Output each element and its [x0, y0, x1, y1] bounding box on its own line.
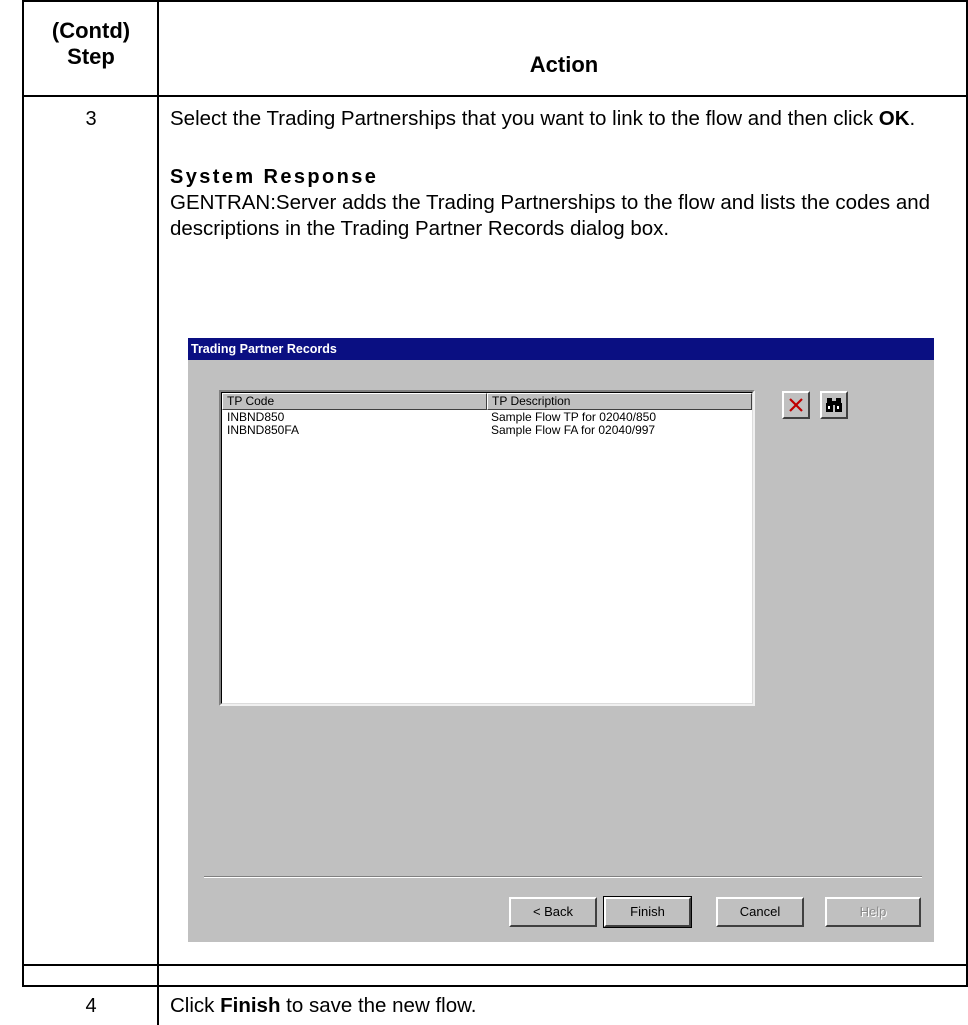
table-top-border	[22, 0, 968, 2]
dialog-title: Trading Partner Records	[188, 338, 934, 360]
binoculars-icon	[826, 398, 842, 412]
header-action: Action	[529, 52, 599, 77]
table-left-border	[22, 0, 24, 985]
table-bottom-border	[22, 985, 968, 987]
tp-list-frame	[221, 392, 753, 704]
step-number: 4	[85, 995, 97, 1017]
dialog-separator	[204, 876, 922, 878]
instruction-text: Click	[170, 994, 221, 1017]
finish-button-label: Finish	[630, 904, 665, 919]
delete-x-icon	[789, 398, 803, 412]
tp-list[interactable]: TP Code TP Description INBND850 Sample F…	[219, 390, 755, 706]
header-step: (Contd) Step	[51, 18, 131, 69]
instruction-bold: OK	[878, 107, 910, 130]
instruction-text: Select the Trading Partnerships that you…	[170, 107, 879, 130]
instruction-bold: Finish	[220, 994, 281, 1017]
step-instruction: Select the Trading Partnerships that you…	[170, 106, 960, 132]
step-number: 3	[85, 108, 97, 130]
cancel-button[interactable]: Cancel	[716, 897, 804, 927]
instruction-text-end: .	[909, 107, 916, 130]
finish-button[interactable]: Finish	[603, 896, 692, 928]
instruction-text-end: to save the new flow.	[280, 994, 477, 1017]
table-column-divider	[157, 0, 159, 1025]
cancel-button-label: Cancel	[739, 904, 781, 919]
tp-description-cell[interactable]: Sample Flow FA for 02040/997	[491, 424, 655, 437]
help-button-label: Help	[859, 904, 887, 919]
help-button[interactable]: Help	[825, 897, 921, 927]
system-response-text: GENTRAN:Server adds the Trading Partners…	[170, 191, 931, 240]
step-instruction: Click Finish to save the new flow.	[170, 993, 960, 1019]
tp-code-cell[interactable]: INBND850FA	[227, 424, 299, 437]
delete-button[interactable]	[782, 391, 810, 419]
system-response-heading: System Response	[170, 166, 379, 188]
back-button[interactable]: < Back	[509, 897, 597, 927]
back-button-label: < Back	[532, 904, 574, 919]
column-header-tp-code[interactable]: TP Code	[222, 393, 487, 410]
column-header-tp-description[interactable]: TP Description	[487, 393, 752, 410]
table-header-divider	[22, 95, 968, 97]
find-button[interactable]	[820, 391, 848, 419]
table-row-divider	[22, 964, 968, 966]
trading-partner-records-dialog: Trading Partner Records TP Code TP Descr…	[188, 338, 934, 942]
